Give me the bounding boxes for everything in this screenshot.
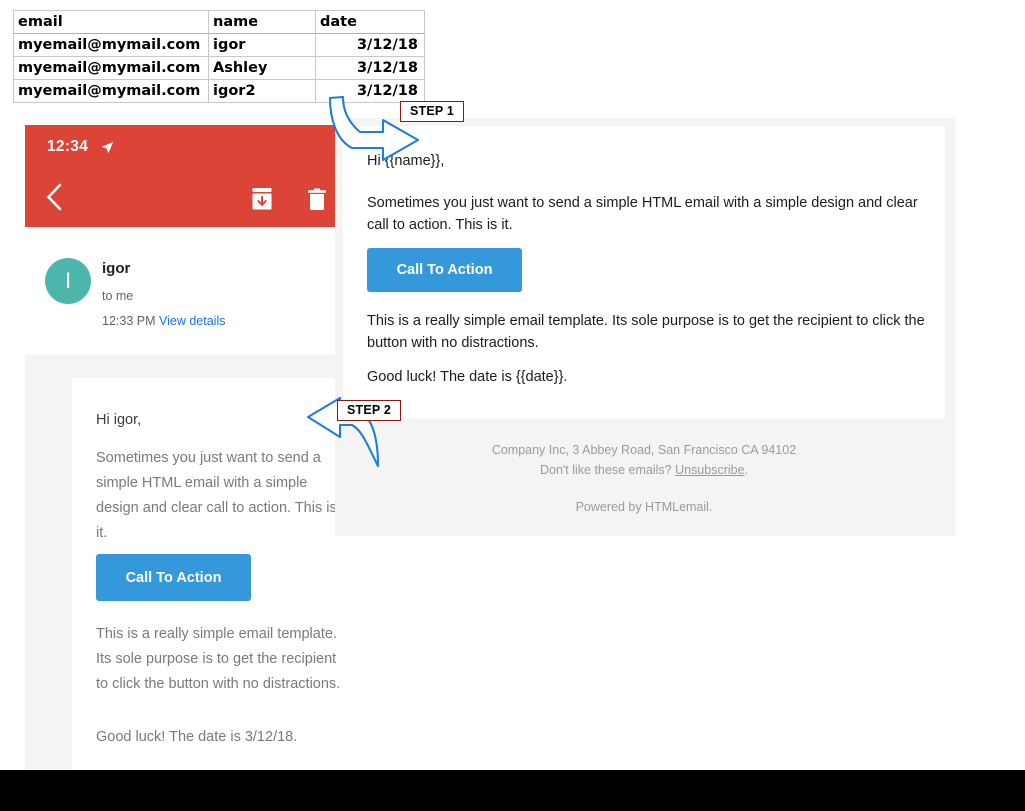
desktop-email-paragraph-2: This is a really simple email template. … [367, 313, 925, 351]
desktop-call-to-action-button[interactable]: Call To Action [367, 248, 522, 292]
bottom-black-band [0, 770, 1025, 811]
cell-date[interactable]: 3/12/18 [315, 79, 425, 103]
cell-name[interactable]: Ashley [208, 56, 316, 80]
table-header-row: email name date [13, 10, 425, 34]
footer-powered-by: Powered by HTMLemail. [575, 500, 713, 514]
column-header-date[interactable]: date [315, 10, 425, 34]
cell-email[interactable]: myemail@mymail.com [13, 56, 209, 80]
archive-icon[interactable] [251, 187, 273, 211]
cell-name[interactable]: igor [208, 33, 316, 57]
desktop-email-greeting: Hi {{name}}, [367, 153, 445, 169]
table-row[interactable]: myemail@mymail.com igor 3/12/18 [13, 33, 425, 57]
footer-address: Company Inc, 3 Abbey Road, San Francisco… [491, 443, 797, 457]
mobile-email-paragraph-3: Good luck! The date is 3/12/18. [96, 729, 298, 745]
sender-name: igor [102, 260, 131, 277]
footer-unsubscribe-prefix: Don't like these emails? [539, 463, 676, 477]
column-header-name[interactable]: name [208, 10, 316, 34]
mobile-email-paragraph-1: Sometimes you just want to send a simple… [96, 450, 337, 541]
cell-email[interactable]: myemail@mymail.com [13, 79, 209, 103]
mobile-status-bar: 12:34 [25, 125, 335, 170]
location-arrow-icon [101, 141, 114, 154]
recipient-spreadsheet[interactable]: email name date myemail@mymail.com igor … [13, 10, 425, 103]
cell-date[interactable]: 3/12/18 [315, 56, 425, 80]
mobile-email-greeting: Hi igor, [96, 412, 142, 428]
back-chevron-icon[interactable] [43, 182, 67, 212]
view-details-link[interactable]: View details [159, 314, 225, 328]
mobile-call-to-action-button[interactable]: Call To Action [96, 554, 251, 601]
unsubscribe-link[interactable]: Unsubscribe [675, 463, 744, 477]
avatar: I [45, 258, 91, 304]
cell-email[interactable]: myemail@mymail.com [13, 33, 209, 57]
footer-unsubscribe-line: Don't like these emails? Unsubscribe. [343, 460, 945, 480]
email-footer: Company Inc, 3 Abbey Road, San Francisco… [343, 440, 945, 480]
trash-icon[interactable] [307, 187, 327, 211]
mobile-action-bar [25, 170, 335, 227]
step-2-badge: STEP 2 [337, 400, 402, 421]
footer-unsubscribe-suffix: . [744, 463, 749, 477]
step-1-badge: STEP 1 [400, 101, 465, 122]
sender-timestamp: 12:33 PM [102, 314, 156, 328]
cell-date[interactable]: 3/12/18 [315, 33, 425, 57]
desktop-email-paragraph-1: Sometimes you just want to send a simple… [367, 195, 918, 233]
cell-name[interactable]: igor2 [208, 79, 316, 103]
desktop-email-paragraph-3: Good luck! The date is {{date}}. [367, 369, 568, 385]
sender-recipient: to me [102, 289, 134, 303]
table-row[interactable]: myemail@mymail.com Ashley 3/12/18 [13, 56, 425, 80]
mobile-email-paragraph-2: This is a really simple email template. … [96, 626, 341, 692]
status-bar-clock: 12:34 [47, 138, 89, 155]
table-row[interactable]: myemail@mymail.com igor2 3/12/18 [13, 79, 425, 103]
column-header-email[interactable]: email [13, 10, 209, 34]
